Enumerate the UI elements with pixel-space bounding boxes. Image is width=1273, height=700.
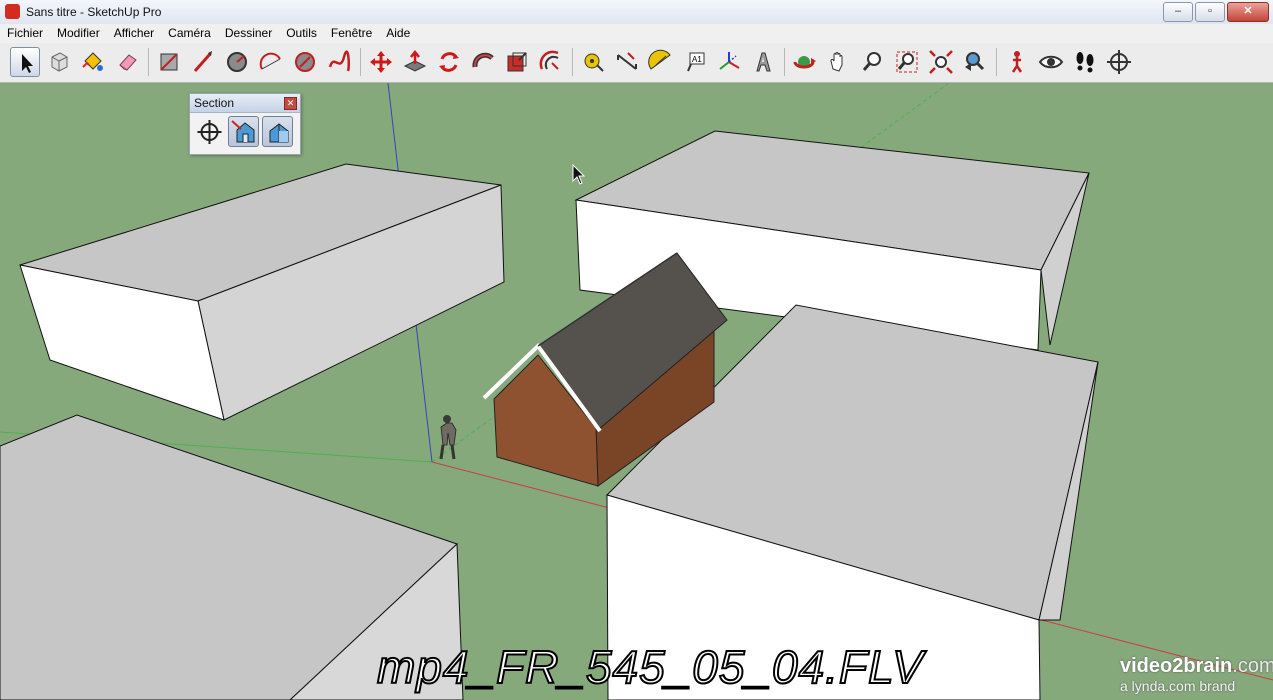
previous-view-icon[interactable] [960,47,990,77]
title-bar: Sans titre - SketchUp Pro – ▫ ✕ [0,0,1273,25]
move-tool-icon[interactable] [366,47,396,77]
3d-text-icon[interactable] [748,47,778,77]
display-section-planes-icon[interactable] [228,116,259,147]
walk-tool-icon[interactable] [1070,47,1100,77]
line-tool-icon[interactable] [188,47,218,77]
brand-tagline: a lynda.com brand [1120,678,1236,694]
menu-dessiner[interactable]: Dessiner [218,24,279,43]
menu-aide[interactable]: Aide [379,24,417,43]
brand-logo: video2brain.com [1120,655,1273,678]
brand-suffix: .com [1232,655,1273,677]
component-tool-icon[interactable] [44,47,74,77]
paint-bucket-icon[interactable] [78,47,108,77]
rectangle-tool-icon[interactable] [154,47,184,77]
orbit-tool-icon[interactable] [790,47,820,77]
mouse-cursor-icon [572,163,586,191]
display-section-cuts-icon[interactable] [262,116,293,147]
arc-tool-icon[interactable] [256,47,286,77]
circle-tool-icon[interactable] [222,47,252,77]
menu-fichier[interactable]: Fichier [0,24,50,43]
follow-me-icon[interactable] [468,47,498,77]
svg-text:A1: A1 [692,55,702,64]
freehand-tool-icon[interactable] [324,47,354,77]
tape-measure-icon[interactable] [578,47,608,77]
rotate-tool-icon[interactable] [434,47,464,77]
scene-canvas [0,83,1273,700]
sketchup-logo-icon [5,4,20,19]
maximize-button[interactable]: ▫ [1195,2,1225,22]
eraser-icon[interactable] [112,47,142,77]
scale-tool-icon[interactable] [502,47,532,77]
main-toolbar: A1 [0,43,1273,83]
zoom-extents-icon[interactable] [926,47,956,77]
3d-viewport[interactable] [0,83,1273,700]
close-button[interactable]: ✕ [1227,2,1269,22]
select-tool-icon[interactable] [10,47,40,77]
section-panel-close-button[interactable]: ✕ [284,97,297,110]
window-title: Sans titre - SketchUp Pro [26,5,162,19]
window-controls: – ▫ ✕ [1163,2,1269,22]
brand-name: video2brain [1120,655,1233,677]
menu-modifier[interactable]: Modifier [50,24,107,43]
text-tool-icon[interactable]: A1 [680,47,710,77]
menu-fenetre[interactable]: Fenêtre [324,24,379,43]
video-filename-watermark: mp4_FR_545_05_04.FLV [376,640,924,694]
offset-tool-icon[interactable] [536,47,566,77]
look-around-icon[interactable] [1036,47,1066,77]
section-panel-header[interactable]: Section ✕ [190,94,300,113]
menu-bar: Fichier Modifier Afficher Caméra Dessine… [0,24,1273,43]
dimension-tool-icon[interactable] [612,47,642,77]
section-plane-toolbar-icon[interactable] [1104,47,1134,77]
polygon-tool-icon[interactable] [290,47,320,77]
protractor-icon[interactable] [646,47,676,77]
minimize-button[interactable]: – [1163,2,1193,22]
section-plane-icon[interactable] [194,116,225,147]
zoom-window-icon[interactable] [892,47,922,77]
push-pull-icon[interactable] [400,47,430,77]
menu-outils[interactable]: Outils [279,24,324,43]
zoom-tool-icon[interactable] [858,47,888,77]
menu-camera[interactable]: Caméra [161,24,218,43]
section-panel-title: Section [194,96,235,110]
menu-afficher[interactable]: Afficher [107,24,161,43]
section-toolbar-panel[interactable]: Section ✕ [189,93,301,155]
position-camera-icon[interactable] [1002,47,1032,77]
axes-tool-icon[interactable] [714,47,744,77]
pan-tool-icon[interactable] [824,47,854,77]
